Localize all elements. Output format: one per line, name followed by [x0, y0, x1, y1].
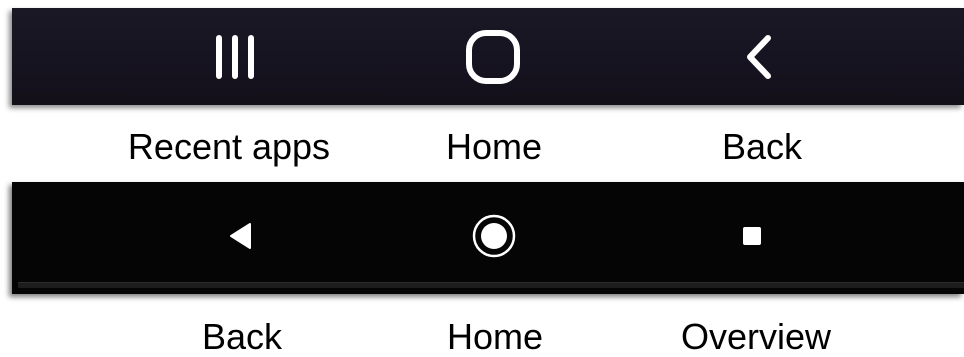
overview-button[interactable]: [702, 202, 802, 270]
recent-apps-button[interactable]: [175, 8, 295, 105]
home-button[interactable]: [433, 8, 553, 105]
android-navigation-bar: [12, 182, 964, 294]
home-icon: [466, 29, 520, 84]
home-caption: Home: [445, 126, 543, 167]
home-caption-android: Home: [446, 316, 544, 357]
home-circle-icon: [472, 214, 516, 258]
back-triangle-icon: [230, 223, 251, 249]
back-button[interactable]: [700, 8, 820, 105]
back-caption-android: Back: [201, 316, 283, 357]
samsung-navigation-bar: [12, 8, 964, 105]
back-chevron-icon: [747, 34, 771, 79]
overview-square-icon: [743, 227, 761, 245]
recent-apps-icon: [216, 34, 254, 79]
back-caption: Back: [721, 126, 803, 167]
home-button-android[interactable]: [444, 202, 544, 270]
recent-apps-caption: Recent apps: [127, 126, 331, 167]
bar-bottom-edge: [18, 282, 964, 288]
back-button-android[interactable]: [191, 202, 291, 270]
overview-caption: Overview: [680, 316, 832, 357]
